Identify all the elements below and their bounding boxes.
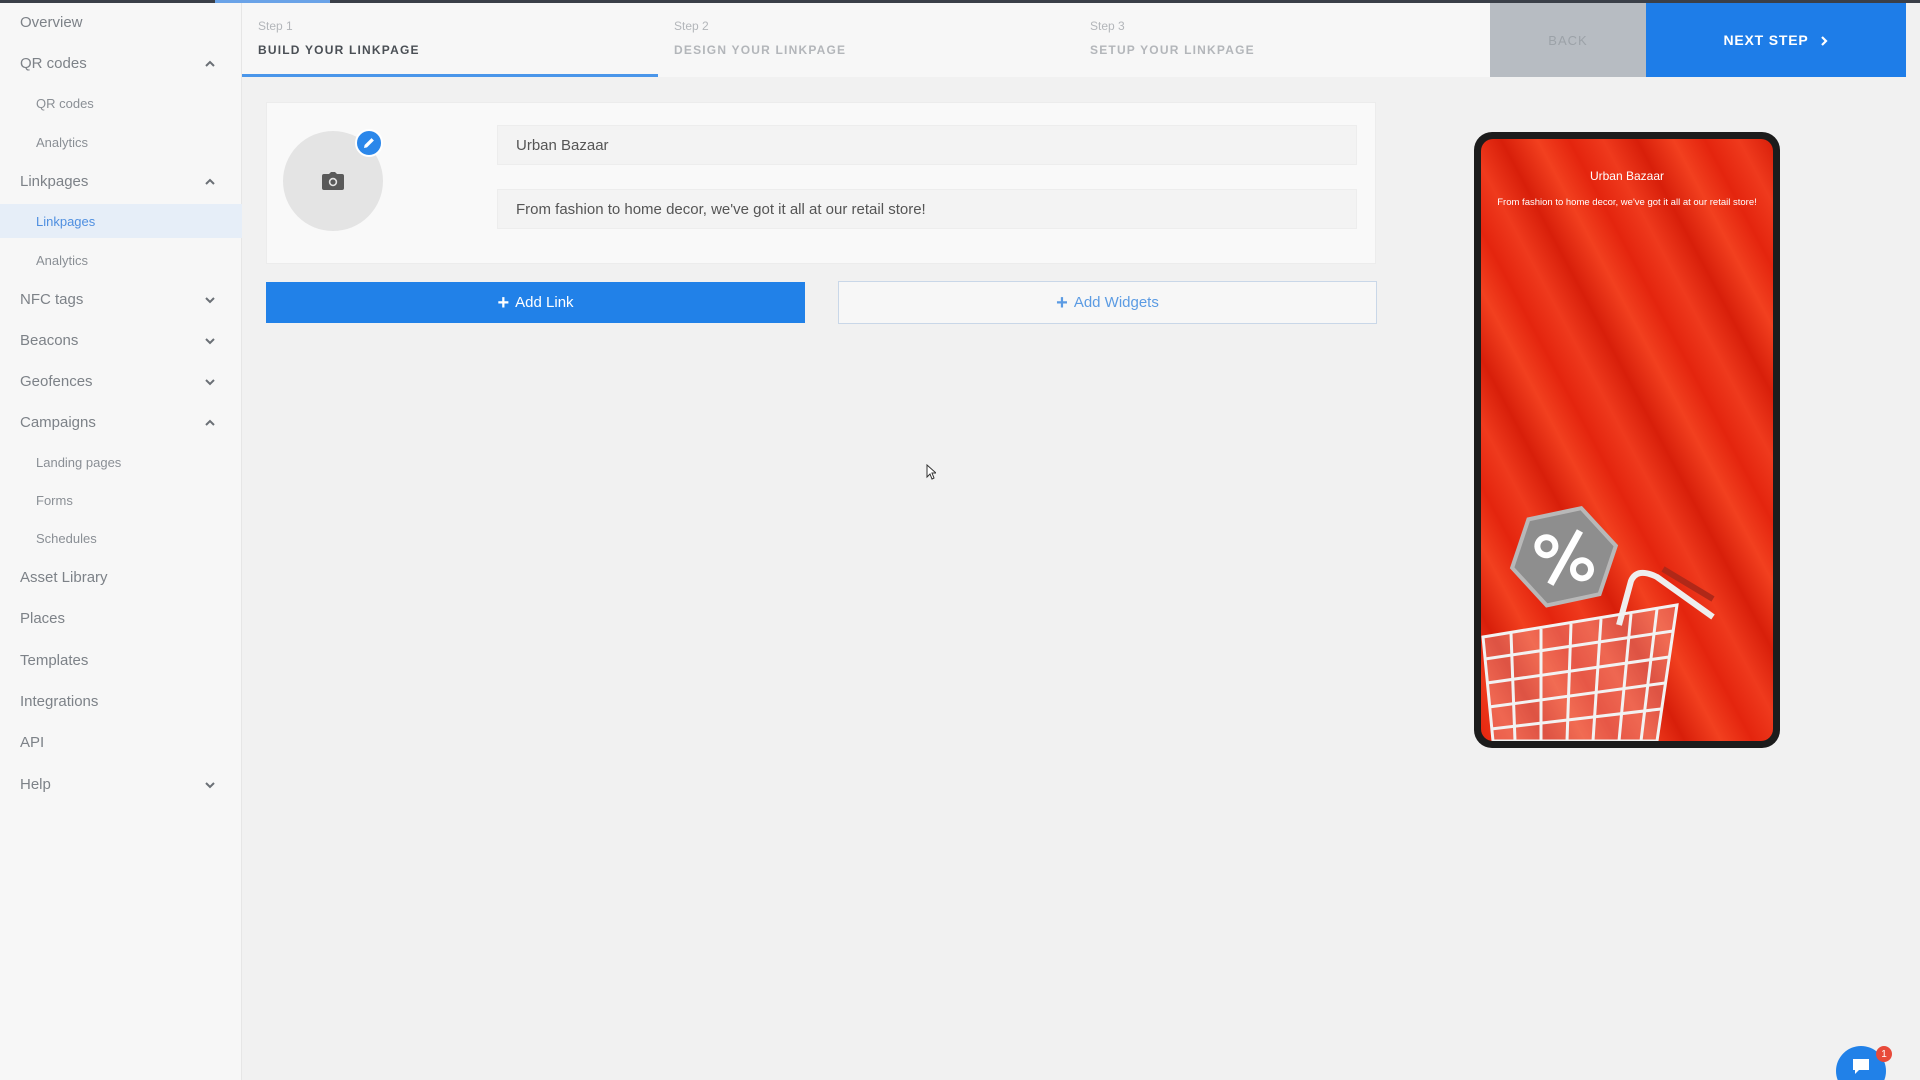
sidebar-item-label: Linkpages [20,172,89,190]
sidebar-item-label: NFC tags [20,290,84,308]
chevron-down-icon [204,335,215,345]
preview-title: Urban Bazaar [1589,169,1665,183]
sidebar-item-integrations[interactable]: Integrations [0,682,242,720]
chevron-down-icon [204,376,215,386]
step-number: Step 2 [674,19,709,33]
sidebar-item-label: Beacons [20,331,79,349]
sidebar-item-label: Overview [20,13,83,31]
pencil-icon [364,138,374,148]
top-progress-accent [215,0,330,3]
sidebar-item-label: QR codes [36,95,94,111]
sidebar-subitem-linkpages[interactable]: Linkpages [0,204,242,238]
shopping-cart-promo-image [1481,505,1715,741]
sidebar-item-label: Schedules [36,530,97,546]
chevron-up-icon [204,58,215,68]
sidebar-item-asset-library[interactable]: Asset Library [0,558,242,596]
sidebar-item-overview[interactable]: Overview [0,3,242,41]
chevron-up-icon [204,417,215,427]
sidebar-item-api[interactable]: API [0,723,242,761]
sidebar-item-nfc-tags[interactable]: NFC tags [0,280,242,318]
chevron-right-icon [1819,34,1829,46]
sidebar-subitem-forms[interactable]: Forms [0,483,242,517]
sidebar-subitem-qr-analytics[interactable]: Analytics [0,125,242,159]
step-title: DESIGN YOUR LINKPAGE [674,43,847,57]
step-title: BUILD YOUR LINKPAGE [258,43,420,57]
sidebar-item-label: Integrations [20,692,99,710]
add-link-button[interactable]: + Add Link [266,282,805,323]
next-step-label: NEXT STEP [1723,32,1809,48]
chevron-down-icon [204,294,215,304]
sidebar-item-label: Landing pages [36,454,122,470]
linkpage-name-field[interactable]: Urban Bazaar [497,125,1357,165]
sidebar-item-linkpages[interactable]: Linkpages [0,162,242,200]
linkpage-name-value: Urban Bazaar [516,136,609,154]
sidebar-item-beacons[interactable]: Beacons [0,321,242,359]
phone-preview: Urban Bazaar From fashion to home decor,… [1474,132,1780,748]
step-2-design[interactable]: Step 2 DESIGN YOUR LINKPAGE [658,3,1074,77]
chat-badge-count: 1 [1881,1048,1887,1060]
sidebar-item-label: Help [20,775,51,793]
preview-description: From fashion to home decor, we've got it… [1497,197,1757,208]
mouse-cursor-icon [926,464,936,480]
add-link-label: Add Link [515,294,574,311]
sidebar-item-label: Asset Library [20,568,108,586]
sidebar-item-label: Linkpages [36,213,96,229]
step-number: Step 1 [258,19,293,33]
plus-icon: + [1056,291,1068,314]
back-button-label: BACK [1548,32,1588,48]
sidebar-item-geofences[interactable]: Geofences [0,362,242,400]
profile-card: Urban Bazaar From fashion to home decor,… [266,102,1376,264]
chevron-down-icon [204,779,215,789]
stepper: Step 1 BUILD YOUR LINKPAGE Step 2 DESIGN… [242,3,1490,77]
sidebar-subitem-schedules[interactable]: Schedules [0,521,242,555]
sidebar-item-label: Campaigns [20,413,96,431]
chevron-up-icon [204,176,215,186]
back-button[interactable]: BACK [1490,3,1646,77]
plus-icon: + [497,291,510,314]
add-widgets-label: Add Widgets [1073,294,1159,311]
sidebar-item-label: QR codes [20,54,87,72]
active-step-indicator [242,74,658,77]
sidebar-subitem-linkpages-analytics[interactable]: Analytics [0,243,242,277]
step-1-build[interactable]: Step 1 BUILD YOUR LINKPAGE [242,3,658,77]
sidebar-item-label: Forms [36,492,73,508]
camera-icon [322,172,344,190]
edit-avatar-button[interactable] [355,129,383,157]
step-title: SETUP YOUR LINKPAGE [1090,43,1255,57]
sidebar-item-label: Places [20,609,66,627]
step-3-setup[interactable]: Step 3 SETUP YOUR LINKPAGE [1074,3,1490,77]
chat-icon [1853,1059,1869,1074]
sidebar-item-places[interactable]: Places [0,599,242,637]
sidebar-item-help[interactable]: Help [0,765,242,803]
chat-notification-badge: 1 [1876,1046,1892,1062]
sidebar-item-label: Analytics [36,252,89,268]
sidebar-item-campaigns[interactable]: Campaigns [0,403,242,441]
sidebar-subitem-qr-codes[interactable]: QR codes [0,86,242,120]
next-step-button[interactable]: NEXT STEP [1646,3,1906,77]
sidebar: Overview QR codes QR codes Analytics Lin… [0,0,242,1080]
sidebar-item-label: Geofences [20,372,93,390]
sidebar-item-qr-codes[interactable]: QR codes [0,44,242,82]
sidebar-item-templates[interactable]: Templates [0,641,242,679]
linkpage-description-field[interactable]: From fashion to home decor, we've got it… [497,189,1357,229]
sidebar-item-label: API [20,733,45,751]
sidebar-subitem-landing-pages[interactable]: Landing pages [0,445,242,479]
add-widgets-button[interactable]: + Add Widgets [838,281,1377,324]
phone-screen: Urban Bazaar From fashion to home decor,… [1481,139,1773,741]
sidebar-item-label: Templates [20,651,89,669]
step-number: Step 3 [1090,19,1125,33]
linkpage-description-value: From fashion to home decor, we've got it… [516,200,926,218]
sidebar-item-label: Analytics [36,134,89,150]
